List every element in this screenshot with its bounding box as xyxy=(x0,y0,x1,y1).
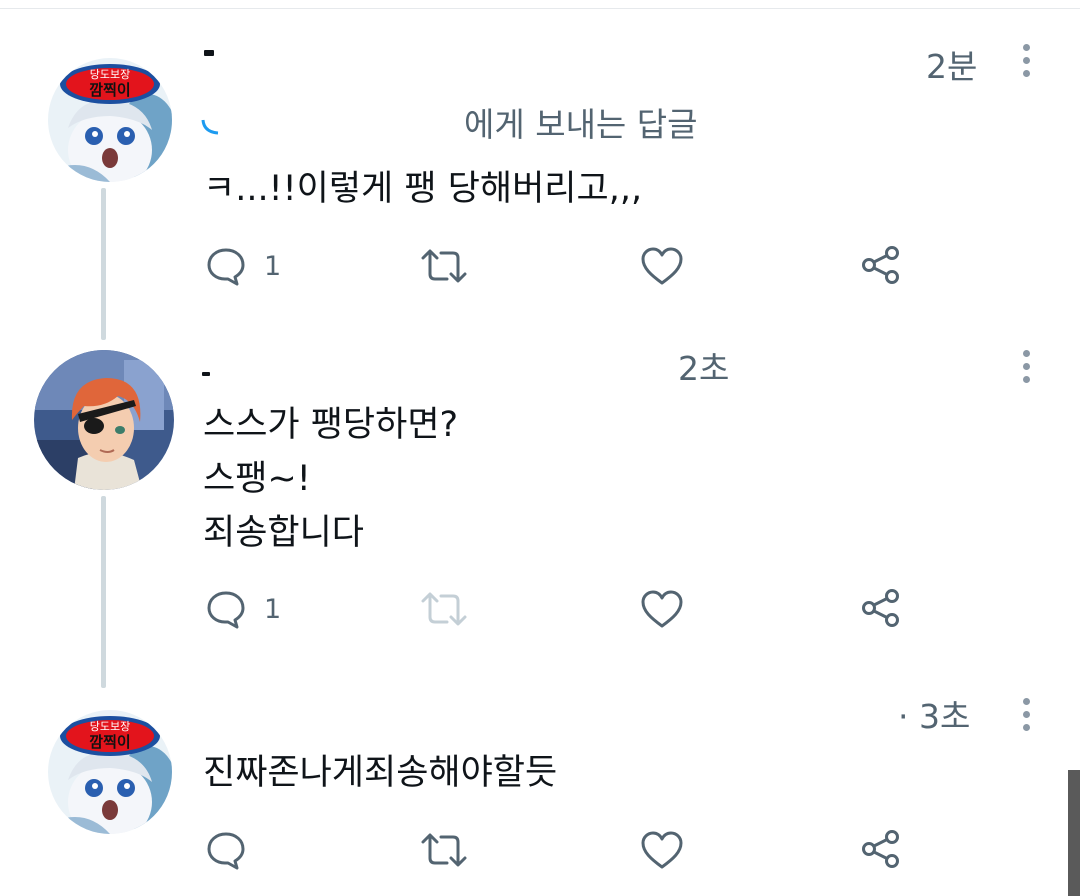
reply-bubble-icon xyxy=(207,832,245,870)
heart-icon xyxy=(641,590,683,628)
retweet-button[interactable] xyxy=(420,831,468,869)
thread-connector-1 xyxy=(101,188,106,340)
avatar-badge-top-text: 당도보장 xyxy=(90,68,130,81)
heart-icon xyxy=(641,247,683,285)
avatar-1[interactable]: 당도보장 깜찍이 xyxy=(48,58,172,182)
avatar-2[interactable] xyxy=(34,350,174,490)
tweet-timestamp[interactable]: 2초 xyxy=(678,352,729,385)
avatar-badge-main-text: 깜찍이 xyxy=(89,733,130,751)
reply-button[interactable]: 1 xyxy=(206,589,281,629)
top-divider xyxy=(0,8,1080,9)
retweet-button-disabled xyxy=(420,590,468,628)
reply-bubble-icon xyxy=(207,248,245,286)
share-nodes-icon xyxy=(862,246,899,284)
display-name-redacted[interactable] xyxy=(204,50,214,56)
more-options-icon[interactable] xyxy=(1021,350,1031,383)
avatar-3[interactable]: 당도보장 깜찍이 xyxy=(48,710,172,834)
tweet-text-line: ㅋ...!!이렇게 팽 당해버리고,,, xyxy=(203,169,643,209)
like-button[interactable] xyxy=(640,246,684,286)
more-options-icon[interactable] xyxy=(1021,44,1031,77)
avatar-image: 당도보장 깜찍이 xyxy=(48,710,172,834)
tweet-timestamp[interactable]: 2분 xyxy=(926,50,977,83)
tweet-text: ㅋ...!!이렇게 팽 당해버리고,,, xyxy=(203,162,642,216)
reply-count: 1 xyxy=(264,250,282,282)
like-button[interactable] xyxy=(640,830,684,870)
reply-bubble-icon xyxy=(207,591,245,629)
tweet-text-line: 스팽~! xyxy=(203,459,311,499)
heart-icon xyxy=(641,831,683,869)
reply-button[interactable]: 1 xyxy=(206,246,281,286)
tweet-text-line: 죄송합니다 xyxy=(203,513,365,553)
retweet-button[interactable] xyxy=(420,247,468,285)
more-options-icon[interactable] xyxy=(1021,698,1031,731)
share-button[interactable] xyxy=(860,828,902,870)
tweet-timestamp[interactable]: · 3초 xyxy=(898,700,970,733)
share-nodes-icon xyxy=(862,589,899,627)
retweet-arrows-icon xyxy=(421,833,467,867)
tweet-text-line: 스스가 팽당하면? xyxy=(203,405,459,445)
avatar-badge-main-text: 깜찍이 xyxy=(89,81,130,99)
tweet-text: 진짜존나게죄송해야할듯 xyxy=(203,746,557,800)
replying-user-avatar-fragment xyxy=(201,119,219,135)
tweet-text: 스스가 팽당하면? 스팽~! 죄송합니다 xyxy=(203,398,458,560)
reply-count: 1 xyxy=(264,593,282,625)
avatar-image: 당도보장 깜찍이 xyxy=(48,58,172,182)
like-button[interactable] xyxy=(640,589,684,629)
display-name-redacted[interactable] xyxy=(202,372,210,376)
replying-to-label[interactable]: 에게 보내는 답글 xyxy=(464,108,698,141)
retweet-arrows-icon xyxy=(421,249,467,283)
avatar-image xyxy=(34,350,174,490)
scrollbar-thumb[interactable] xyxy=(1068,770,1080,896)
share-nodes-icon xyxy=(862,830,899,868)
avatar-badge-top-text: 당도보장 xyxy=(90,720,130,733)
reply-button[interactable] xyxy=(206,830,246,870)
share-button[interactable] xyxy=(860,587,902,629)
share-button[interactable] xyxy=(860,244,902,286)
tweet-text-line: 진짜존나게죄송해야할듯 xyxy=(203,753,558,793)
thread-connector-2 xyxy=(101,496,106,688)
retweet-arrows-icon xyxy=(421,592,467,626)
